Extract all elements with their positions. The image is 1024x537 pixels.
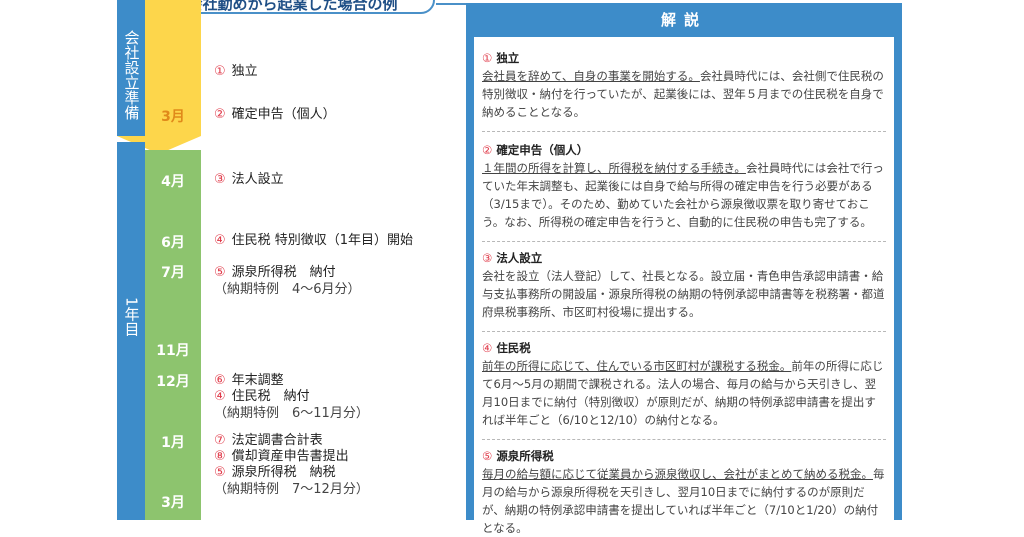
section-title: ⑤ 源泉所得税 (482, 447, 886, 465)
section-divider (482, 131, 886, 132)
month-march-prep: 3月 (161, 109, 185, 125)
section-title: ③ 法人設立 (482, 249, 886, 267)
event-independence: ① 独立 (214, 63, 258, 80)
event-label: 住民税 納付 (231, 389, 310, 404)
section-number: ④ (482, 341, 493, 355)
event-label: 源泉所得税 納付 (231, 265, 336, 280)
section-text: 会社員を辞めて、自身の事業を開始する。会社員時代には、会社側で住民税の特別徴収・… (482, 67, 886, 121)
event-number: ⑥ (214, 373, 226, 388)
section-text: １年間の所得を計算し、所得税を納付する手続き。会社員時代には会社で行っていた年末… (482, 159, 886, 231)
section-title-text: 確定申告（個人） (496, 143, 589, 157)
event-label: 償却資産申告書提出 (231, 449, 349, 464)
month-december: 12月 (156, 374, 190, 390)
section-divider (482, 331, 886, 332)
event-withholding-tax-2: ⑤ 源泉所得税 納税 （納期特例 7～12月分） (214, 464, 369, 498)
event-number: ② (214, 107, 226, 122)
phase-prep-column: 会社設立準備 (117, 0, 145, 136)
event-number: ⑤ (214, 465, 226, 480)
month-january: 1月 (161, 435, 185, 451)
section-title: ① 独立 (482, 49, 886, 67)
event-sub: （納期特例 6～11月分） (214, 406, 369, 421)
event-number: ⑤ (214, 265, 226, 280)
phase-year1-column: 1年目 (117, 142, 145, 520)
event-number: ③ (214, 172, 226, 187)
event-label: 年末調整 (231, 373, 284, 388)
section-title-text: 住民税 (496, 341, 531, 355)
event-resident-tax-payment: ④ 住民税 納付 （納期特例 6～11月分） (214, 388, 369, 422)
section-incorporation: ③ 法人設立 会社を設立（法人登記）して、社長となる。設立届・青色申告承認申請書・… (482, 249, 886, 321)
panel-header: 解説 (660, 11, 707, 29)
phase-prep-text: 会社設立準備 (122, 30, 141, 120)
section-key-phrase: 前年の所得に応じて、住んでいる市区町村が課税する税金。 (482, 359, 792, 373)
phase-year1-text: 1年目 (122, 297, 141, 337)
section-title-text: 源泉所得税 (496, 449, 554, 463)
section-resident-tax: ④ 住民税 前年の所得に応じて、住んでいる市区町村が課税する税金。前年の所得に応じ… (482, 339, 886, 429)
event-legal-report: ⑦ 法定調書合計表 (214, 432, 323, 449)
event-year-end-adjustment: ⑥ 年末調整 (214, 372, 284, 389)
event-label: 住民税 特別徴収（1年目）開始 (231, 233, 414, 248)
year1-month-column (145, 150, 201, 520)
section-number: ⑤ (482, 449, 493, 463)
month-july: 7月 (161, 265, 185, 281)
event-resident-tax-start: ④ 住民税 特別徴収（1年目）開始 (214, 232, 413, 249)
section-key-phrase: 会社員を辞めて、自身の事業を開始する。 (482, 69, 700, 83)
event-number: ⑦ (214, 433, 226, 448)
section-text: 前年の所得に応じて、住んでいる市区町村が課税する税金。前年の所得に応じて6月～5… (482, 357, 886, 429)
event-number: ① (214, 64, 226, 79)
phase-prep-label: 会社設立準備 (117, 30, 145, 125)
panel-body: ① 独立 会社員を辞めて、自身の事業を開始する。会社員時代には、会社側で住民税の特… (474, 37, 894, 535)
event-label: 確定申告（個人） (231, 107, 336, 122)
phase-year1-label: 1年目 (117, 297, 145, 342)
section-independence: ① 独立 会社員を辞めて、自身の事業を開始する。会社員時代には、会社側で住民税の特… (482, 49, 886, 121)
event-label: 法人設立 (231, 172, 284, 187)
section-divider (482, 439, 886, 440)
section-text: 会社を設立（法人登記）して、社長となる。設立届・青色申告承認申請書・給与支払事務… (482, 267, 886, 321)
section-divider (482, 241, 886, 242)
event-label: 法定調書合計表 (231, 433, 323, 448)
month-april: 4月 (161, 174, 185, 190)
event-number: ⑧ (214, 449, 226, 464)
event-number: ④ (214, 389, 226, 404)
event-number: ④ (214, 233, 226, 248)
event-sub: （納期特例 4～6月分） (214, 282, 361, 297)
section-number: ① (482, 51, 493, 65)
month-march: 3月 (161, 495, 185, 511)
section-title-text: 法人設立 (496, 251, 543, 265)
section-number: ③ (482, 251, 493, 265)
section-key-phrase: 毎月の給与額に応じて従業員から源泉徴収し、会社がまとめて納める税金。 (482, 467, 873, 481)
event-tax-return: ② 確定申告（個人） (214, 106, 336, 123)
month-june: 6月 (161, 235, 185, 251)
section-number: ② (482, 143, 493, 157)
section-withholding-tax: ⑤ 源泉所得税 毎月の給与額に応じて従業員から源泉徴収し、会社がまとめて納める税金… (482, 447, 886, 537)
explanation-panel: 解説 ① 独立 会社員を辞めて、自身の事業を開始する。会社員時代には、会社側で住民… (466, 3, 902, 535)
event-depreciable-assets: ⑧ 償却資産申告書提出 (214, 448, 349, 465)
section-detail: 会社を設立（法人登記）して、社長となる。設立届・青色申告承認申請書・給与支払事務… (482, 269, 885, 319)
event-label: 独立 (231, 64, 258, 79)
event-incorporation: ③ 法人設立 (214, 171, 284, 188)
event-label: 源泉所得税 納税 (231, 465, 336, 480)
section-text: 毎月の給与額に応じて従業員から源泉徴収し、会社がまとめて納める税金。毎月の給与か… (482, 465, 886, 537)
month-november: 11月 (156, 343, 190, 359)
section-tax-return: ② 確定申告（個人） １年間の所得を計算し、所得税を納付する手続き。会社員時代には… (482, 141, 886, 231)
section-title-text: 独立 (496, 51, 520, 65)
event-sub: （納期特例 7～12月分） (214, 482, 369, 497)
connector-line (436, 3, 466, 5)
section-title: ② 確定申告（個人） (482, 141, 886, 159)
section-key-phrase: １年間の所得を計算し、所得税を納付する手続き。 (482, 161, 746, 175)
event-withholding-tax-1: ⑤ 源泉所得税 納付 （納期特例 4～6月分） (214, 264, 361, 298)
section-title: ④ 住民税 (482, 339, 886, 357)
